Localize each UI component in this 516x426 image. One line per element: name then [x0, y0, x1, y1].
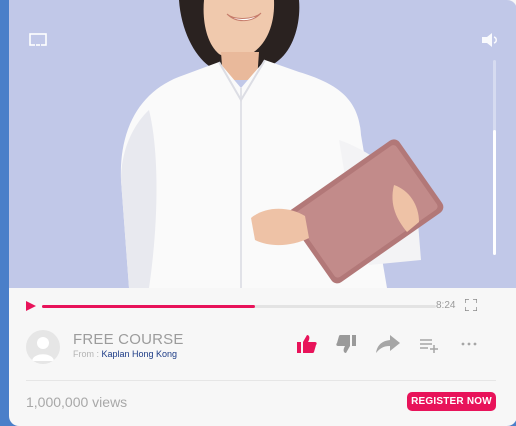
- view-count: 1,000,000 views: [26, 394, 128, 410]
- video-frame[interactable]: [9, 0, 516, 288]
- register-now-button[interactable]: REGISTER NOW: [407, 392, 496, 411]
- current-time: 8:24: [436, 300, 456, 311]
- cast-icon[interactable]: [29, 33, 47, 47]
- volume-icon[interactable]: [481, 33, 501, 47]
- video-title: FREE COURSE: [73, 331, 184, 348]
- progress-bar[interactable]: [42, 305, 436, 308]
- user-icon: [32, 337, 54, 361]
- add-to-queue-icon[interactable]: [420, 335, 438, 353]
- channel-avatar[interactable]: [26, 330, 60, 364]
- thumbs-down-icon[interactable]: [336, 335, 356, 353]
- channel-link[interactable]: Kaplan Hong Kong: [102, 349, 178, 359]
- more-icon[interactable]: [460, 335, 478, 353]
- channel-line: From : Kaplan Hong Kong: [73, 349, 177, 359]
- divider: [26, 380, 496, 381]
- video-player-card: [9, 0, 516, 426]
- volume-level: [493, 130, 496, 255]
- share-icon[interactable]: [376, 335, 400, 353]
- thumbs-up-icon[interactable]: [297, 335, 317, 353]
- play-icon[interactable]: [26, 301, 36, 311]
- fullscreen-icon[interactable]: [465, 299, 477, 311]
- progress-played: [42, 305, 255, 308]
- presenter-image: [120, 0, 444, 288]
- from-label: From :: [73, 349, 102, 359]
- volume-slider[interactable]: [493, 60, 496, 255]
